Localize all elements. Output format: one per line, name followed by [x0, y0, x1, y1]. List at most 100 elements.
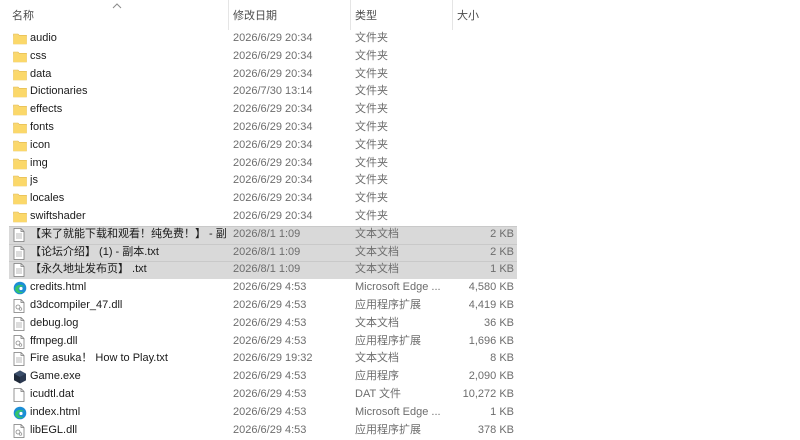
- file-modified-date: 2026/6/29 20:34: [233, 32, 313, 44]
- file-type: 文本文档: [355, 263, 399, 276]
- file-row[interactable]: data 2026/6/29 20:34 文件夹: [0, 66, 800, 84]
- file-modified-date: 2026/6/29 20:34: [233, 49, 313, 62]
- file-type: DAT 文件: [355, 387, 402, 400]
- file-row[interactable]: 【论坛介绍】 (1) - 副本.txt 2026/8/1 1:09 文本文档 2 KB: [0, 243, 800, 262]
- file-modified-date: 2026/8/1 1:09: [233, 227, 301, 240]
- file-type: 文件夹: [355, 192, 388, 205]
- file-modified-date: 2026/6/29 4:53: [233, 316, 307, 329]
- game-exe-icon: [13, 368, 27, 386]
- file-row[interactable]: effects 2026/6/29 20:34 文件夹: [0, 101, 800, 119]
- text-file-icon: [13, 244, 27, 262]
- column-header-size[interactable]: 大小: [452, 0, 520, 30]
- file-type: 文件夹: [355, 67, 388, 80]
- file-row[interactable]: fonts 2026/6/29 20:34 文件夹: [0, 119, 800, 137]
- file-row[interactable]: Game.exe 2026/6/29 4:53 应用程序 2,090 KB: [0, 368, 800, 386]
- file-row[interactable]: Dictionaries 2026/7/30 13:14 文件夹: [0, 83, 800, 101]
- file-type: 文件夹: [355, 32, 388, 44]
- file-name: Dictionaries: [30, 85, 88, 98]
- file-size: 1 KB: [490, 405, 514, 418]
- file-name: css: [30, 49, 47, 62]
- file-type: 文本文档: [355, 316, 399, 329]
- file-size: [454, 155, 514, 173]
- text-file-icon: [13, 350, 27, 368]
- file-size: [454, 119, 514, 137]
- column-header-name[interactable]: 名称: [8, 0, 228, 30]
- folder-icon: [13, 155, 27, 173]
- file-row[interactable]: icon 2026/6/29 20:34 文件夹: [0, 137, 800, 155]
- dll-file-icon: [13, 422, 27, 440]
- file-name: effects: [30, 103, 63, 116]
- file-type: Microsoft Edge ...: [355, 405, 441, 418]
- file-size: 2 KB: [490, 245, 514, 258]
- file-size: [454, 66, 514, 84]
- file-name: d3dcompiler_47.dll: [30, 298, 123, 311]
- file-name: ffmpeg.dll: [30, 334, 78, 347]
- file-row[interactable]: libEGL.dll 2026/6/29 4:53 应用程序扩展 378 KB: [0, 422, 800, 440]
- file-type: 文件夹: [355, 209, 388, 222]
- file-modified-date: 2026/6/29 20:34: [233, 156, 313, 169]
- file-name: debug.log: [30, 316, 79, 329]
- file-name: icudtl.dat: [30, 387, 75, 400]
- folder-icon: [13, 30, 27, 48]
- file-type: 应用程序扩展: [355, 334, 421, 347]
- file-row[interactable]: icudtl.dat 2026/6/29 4:53 DAT 文件 10,272 KB: [0, 386, 800, 404]
- file-name: 【永久地址发布页】 .txt: [30, 263, 147, 276]
- file-name: icon: [30, 138, 51, 151]
- file-size: 2 KB: [490, 227, 514, 240]
- file-size: 4,580 KB: [468, 281, 514, 294]
- column-header-type[interactable]: 类型: [350, 0, 452, 30]
- folder-icon: [13, 190, 27, 208]
- text-file-icon: [13, 261, 27, 279]
- file-size: 1,696 KB: [468, 334, 514, 347]
- file-row[interactable]: d3dcompiler_47.dll 2026/6/29 4:53 应用程序扩展 4,…: [0, 297, 800, 315]
- folder-icon: [13, 137, 27, 155]
- file-name: 【论坛介绍】 (1) - 副本.txt: [30, 245, 159, 258]
- file-modified-date: 2026/6/29 20:34: [233, 138, 313, 151]
- file-name: fonts: [30, 120, 54, 133]
- column-header-date[interactable]: 修改日期: [228, 0, 350, 30]
- file-row[interactable]: 【永久地址发布页】 .txt 2026/8/1 1:09 文本文档 1 KB: [0, 261, 800, 280]
- file-size: 4,419 KB: [468, 298, 514, 311]
- file-type: 文件夹: [355, 120, 388, 133]
- file-name: data: [30, 67, 52, 80]
- file-size: [454, 30, 514, 48]
- file-modified-date: 2026/6/29 20:34: [233, 103, 313, 116]
- file-type: 文本文档: [355, 227, 399, 240]
- file-modified-date: 2026/6/29 4:53: [233, 405, 307, 418]
- file-modified-date: 2026/6/29 4:53: [233, 281, 307, 294]
- file-modified-date: 2026/6/29 19:32: [233, 352, 313, 365]
- file-row[interactable]: audio 2026/6/29 20:34 文件夹: [0, 30, 800, 48]
- folder-icon: [13, 66, 27, 84]
- file-row[interactable]: locales 2026/6/29 20:34 文件夹: [0, 190, 800, 208]
- file-modified-date: 2026/6/29 20:34: [233, 67, 313, 80]
- file-row[interactable]: img 2026/6/29 20:34 文件夹: [0, 155, 800, 173]
- file-modified-date: 2026/6/29 4:53: [233, 334, 307, 347]
- file-modified-date: 2026/6/29 20:34: [233, 174, 313, 187]
- file-row[interactable]: js 2026/6/29 20:34 文件夹: [0, 172, 800, 190]
- file-row[interactable]: Fire asuka！ How to Play.txt 2026/6/29 19:…: [0, 350, 800, 368]
- folder-icon: [13, 119, 27, 137]
- file-row[interactable]: ffmpeg.dll 2026/6/29 4:53 应用程序扩展 1,696 KB: [0, 333, 800, 351]
- file-row[interactable]: debug.log 2026/6/29 4:53 文本文档 36 KB: [0, 315, 800, 333]
- edge-icon: [13, 404, 27, 422]
- file-type: 文本文档: [355, 352, 399, 365]
- file-size: 8 KB: [490, 352, 514, 365]
- file-size: [454, 190, 514, 208]
- file-row[interactable]: index.html 2026/6/29 4:53 Microsoft Edge .…: [0, 404, 800, 422]
- file-modified-date: 2026/6/29 4:53: [233, 423, 307, 436]
- file-size: 378 KB: [477, 423, 514, 436]
- file-type: 文件夹: [355, 49, 388, 62]
- file-modified-date: 2026/6/29 20:34: [233, 192, 313, 205]
- file-modified-date: 2026/6/29 4:53: [233, 298, 307, 311]
- file-modified-date: 2026/6/29 4:53: [233, 370, 307, 383]
- file-modified-date: 2026/6/29 20:34: [233, 209, 313, 222]
- file-size: [454, 101, 514, 119]
- file-row[interactable]: credits.html 2026/6/29 4:53 Microsoft Edge…: [0, 279, 800, 297]
- file-row[interactable]: css 2026/6/29 20:34 文件夹: [0, 48, 800, 66]
- file-row[interactable]: swiftshader 2026/6/29 20:34 文件夹: [0, 208, 800, 226]
- file-name: locales: [30, 192, 65, 205]
- file-size: [454, 208, 514, 226]
- file-size: [454, 172, 514, 190]
- file-row[interactable]: 【来了就能下载和观看！纯免费！】 - 副... 2026/8/1 1:09 文本文档…: [0, 225, 800, 244]
- text-file-icon: [13, 226, 27, 244]
